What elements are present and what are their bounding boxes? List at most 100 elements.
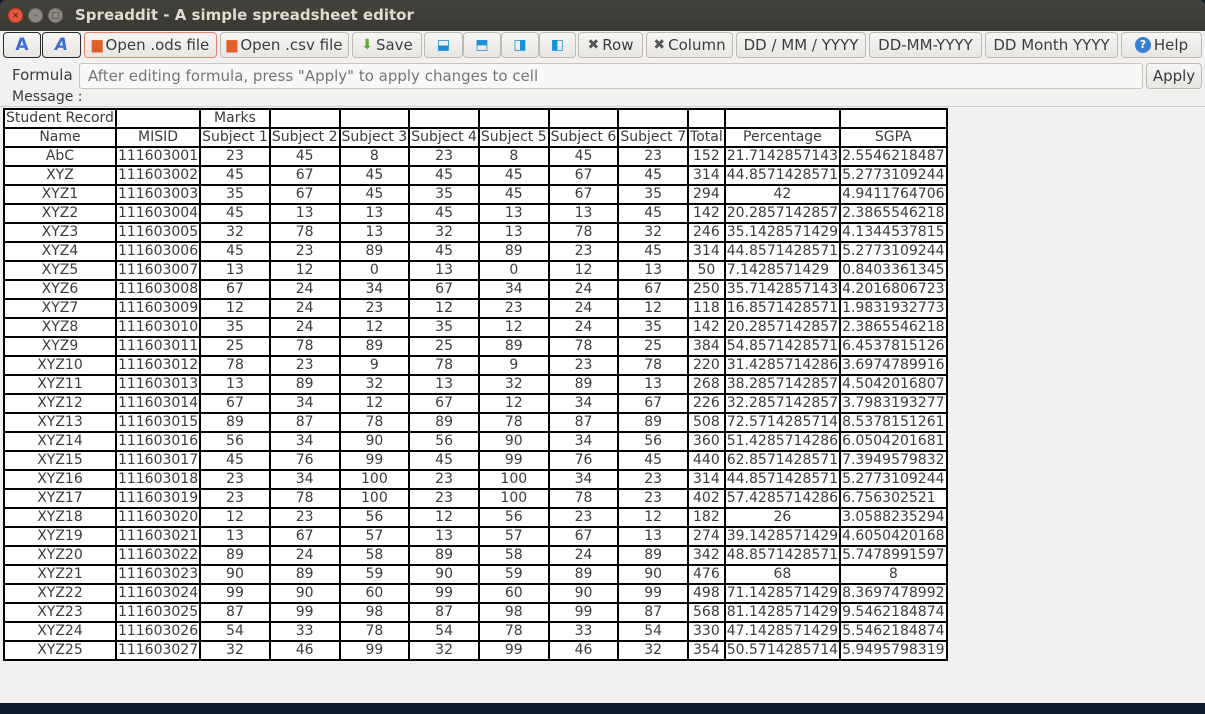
cell[interactable]: 111603022 [114, 545, 202, 566]
cell[interactable]: XYZ19 [3, 526, 117, 547]
cell[interactable]: 354 [687, 640, 726, 661]
cell[interactable]: 58 [477, 545, 550, 566]
cell[interactable]: 78 [268, 488, 341, 509]
cell[interactable]: MISID [114, 127, 202, 148]
cell[interactable]: XYZ6 [3, 279, 117, 300]
cell[interactable]: 99 [477, 450, 550, 471]
cell[interactable]: 89 [338, 336, 411, 357]
cell[interactable]: 24 [268, 279, 341, 300]
cell[interactable]: 32 [617, 640, 690, 661]
italic-button[interactable]: A [42, 32, 81, 58]
cell[interactable]: 89 [199, 412, 271, 433]
cell[interactable]: 13 [199, 374, 271, 395]
cell[interactable]: 111603027 [114, 640, 202, 661]
open-csv-button[interactable]: ▆ Open .csv file [220, 32, 349, 58]
cell[interactable]: AbC [3, 146, 117, 167]
cell[interactable]: 44.8571428571 [723, 469, 842, 490]
cell[interactable]: 12 [408, 298, 480, 319]
cell[interactable]: 90 [477, 431, 550, 452]
cell[interactable]: 45 [617, 450, 690, 471]
cell[interactable]: 45 [477, 184, 550, 205]
open-ods-button[interactable]: ▆ Open .ods file [84, 32, 217, 58]
cell[interactable]: 56 [617, 431, 690, 452]
cell[interactable]: 24 [547, 298, 620, 319]
cell[interactable]: 42 [723, 184, 842, 205]
cell[interactable]: 3.0588235294 [839, 507, 948, 528]
formula-input[interactable] [79, 63, 1143, 89]
cell[interactable]: 56 [338, 507, 411, 528]
cell[interactable]: 34 [268, 393, 341, 414]
cell[interactable]: 98 [477, 602, 550, 623]
cell[interactable]: 12 [199, 507, 271, 528]
cell[interactable]: XYZ2 [3, 203, 117, 224]
cell[interactable]: 250 [687, 279, 726, 300]
cell[interactable]: 13 [617, 260, 690, 281]
cell[interactable] [687, 108, 726, 129]
cell[interactable]: 47.1428571429 [723, 621, 842, 642]
maximize-window-button[interactable]: □ [48, 8, 63, 23]
cell[interactable]: 99 [408, 583, 480, 604]
cell[interactable]: 34 [547, 393, 620, 414]
cell[interactable]: 59 [338, 564, 411, 585]
cell[interactable]: 0.8403361345 [839, 260, 948, 281]
help-button[interactable]: ? Help [1121, 32, 1202, 58]
cell[interactable]: 45 [617, 241, 690, 262]
cell[interactable]: 23 [477, 298, 550, 319]
save-button[interactable]: ⬇ Save [352, 32, 422, 58]
cell[interactable]: 111603002 [114, 165, 202, 186]
cell[interactable]: 12 [617, 507, 690, 528]
cell[interactable]: 13 [408, 374, 480, 395]
cell[interactable]: 67 [547, 165, 620, 186]
cell[interactable]: XYZ11 [3, 374, 117, 395]
cell[interactable]: 89 [477, 336, 550, 357]
cell[interactable]: 24 [268, 317, 341, 338]
cell[interactable]: 220 [687, 355, 726, 376]
cell[interactable]: 45 [338, 165, 411, 186]
cell[interactable]: 99 [547, 602, 620, 623]
cell[interactable]: 33 [547, 621, 620, 642]
cell[interactable]: 111603026 [114, 621, 202, 642]
cell[interactable]: 13 [408, 526, 480, 547]
cell[interactable]: 45 [408, 203, 480, 224]
cell[interactable]: 142 [687, 203, 726, 224]
cell[interactable]: 56 [477, 507, 550, 528]
cell[interactable]: 57.4285714286 [723, 488, 842, 509]
cell[interactable]: XYZ3 [3, 222, 117, 243]
cell[interactable]: 56 [199, 431, 271, 452]
cell[interactable]: 4.5042016807 [839, 374, 948, 395]
cell[interactable]: 23 [199, 488, 271, 509]
cell[interactable]: 90 [199, 564, 271, 585]
cell[interactable]: 111603011 [114, 336, 202, 357]
cell[interactable]: 111603017 [114, 450, 202, 471]
cell[interactable]: 78 [338, 621, 411, 642]
cell[interactable]: 78 [408, 355, 480, 376]
cell[interactable]: 384 [687, 336, 726, 357]
cell[interactable]: 34 [547, 431, 620, 452]
cell[interactable]: 8.5378151261 [839, 412, 948, 433]
date-format-month-button[interactable]: DD Month YYYY [985, 32, 1118, 58]
cell[interactable] [839, 108, 948, 129]
cell[interactable]: 24 [547, 279, 620, 300]
cell[interactable]: 8 [839, 564, 948, 585]
cell[interactable]: 90 [547, 583, 620, 604]
cell[interactable]: 118 [687, 298, 726, 319]
cell[interactable]: 78 [477, 621, 550, 642]
cell[interactable]: XYZ15 [3, 450, 117, 471]
cell[interactable]: 67 [547, 526, 620, 547]
date-format-slash-button[interactable]: DD / MM / YYYY [736, 32, 866, 58]
cell[interactable]: 33 [268, 621, 341, 642]
cell[interactable]: 54 [408, 621, 480, 642]
cell[interactable]: 13 [338, 222, 411, 243]
cell[interactable]: 12 [268, 260, 341, 281]
cell[interactable]: 5.2773109244 [839, 469, 948, 490]
cell[interactable]: 54 [617, 621, 690, 642]
cell[interactable] [723, 108, 842, 129]
cell[interactable]: 111603024 [114, 583, 202, 604]
insert-column-left-button[interactable]: ◧ [539, 32, 576, 58]
cell[interactable]: 8 [477, 146, 550, 167]
cell[interactable]: 13 [408, 260, 480, 281]
cell[interactable]: 142 [687, 317, 726, 338]
cell[interactable]: 45 [617, 165, 690, 186]
cell[interactable]: 23 [547, 241, 620, 262]
cell[interactable]: 568 [687, 602, 726, 623]
